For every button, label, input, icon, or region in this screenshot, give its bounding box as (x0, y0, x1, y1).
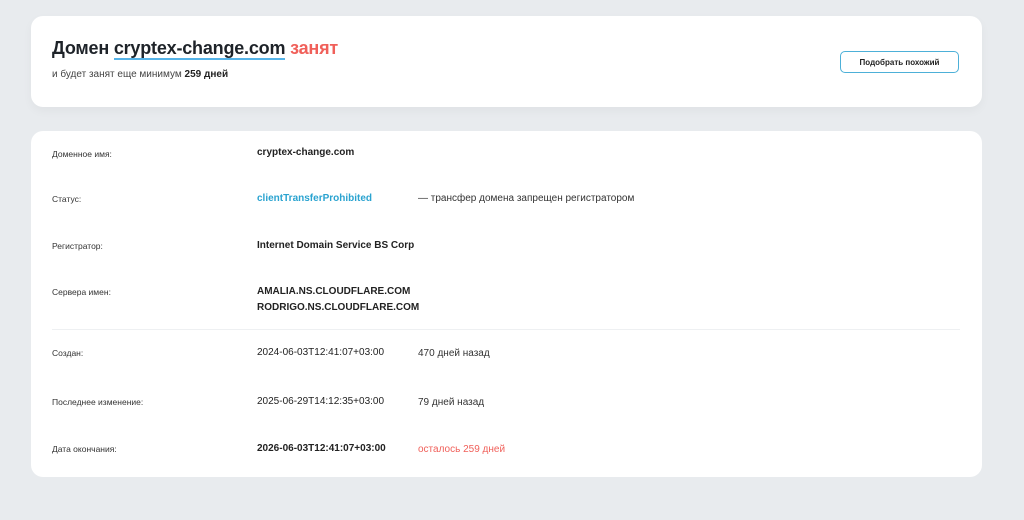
expires-value: 2026-06-03T12:41:07+03:00 (257, 443, 386, 454)
domain-name-value: cryptex-change.com (257, 147, 355, 158)
nameservers-label: Сервера имен: (52, 287, 111, 297)
domain-name-label: Доменное имя: (52, 149, 112, 159)
expires-note: осталось 259 дней (418, 444, 506, 455)
registrar-value: Internet Domain Service BS Corp (257, 240, 415, 251)
divider (52, 329, 960, 330)
title-prefix: Домен (52, 38, 109, 58)
nameserver-item: RODRIGO.NS.CLOUDFLARE.COM (257, 302, 420, 313)
expires-label: Дата окончания: (52, 444, 117, 454)
page-title: Домен cryptex-change.com занят (52, 38, 339, 60)
updated-label: Последнее изменение: (52, 397, 144, 407)
subtitle-days: 259 дней (184, 69, 229, 80)
status-label: Статус: (52, 194, 82, 204)
status-link[interactable]: clientTransferProhibited (257, 193, 372, 204)
subtitle-text: и будет занят еще минимум (52, 69, 182, 80)
updated-note: 79 дней назад (418, 397, 485, 408)
created-note: 470 дней назад (418, 348, 490, 359)
domain-info-card: Доменное имя: cryptex-change.com Статус:… (31, 131, 982, 477)
title-status-word: занят (290, 38, 339, 58)
registrar-label: Регистратор: (52, 241, 103, 251)
find-similar-button[interactable]: Подобрать похожий (840, 51, 959, 73)
page-subtitle: и будет занят еще минимум 259 дней (52, 69, 228, 80)
created-value: 2024-06-03T12:41:07+03:00 (257, 347, 385, 358)
nameserver-item: AMALIA.NS.CLOUDFLARE.COM (257, 286, 411, 297)
status-note: — трансфер домена запрещен регистратором (418, 193, 635, 204)
created-label: Создан: (52, 348, 84, 358)
title-domain: cryptex-change.com (113, 38, 286, 60)
domain-status-card: Домен cryptex-change.com занят и будет з… (31, 16, 982, 107)
updated-value: 2025-06-29T14:12:35+03:00 (257, 396, 385, 407)
